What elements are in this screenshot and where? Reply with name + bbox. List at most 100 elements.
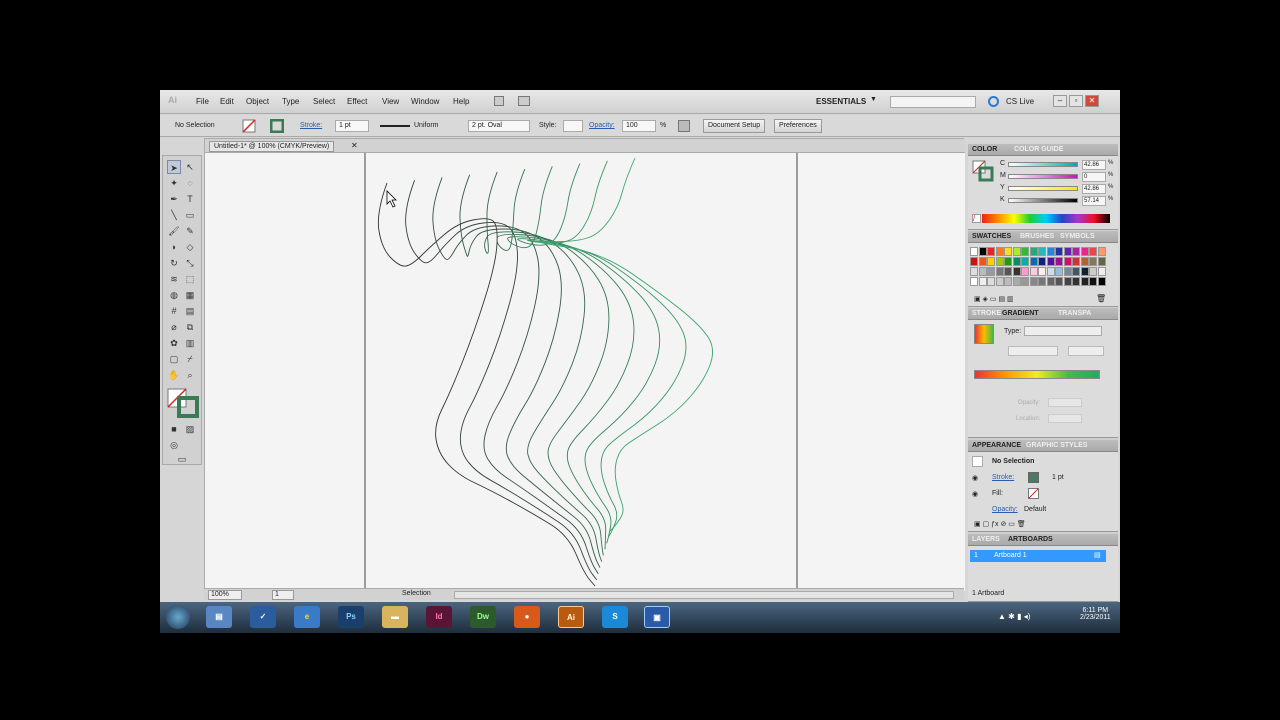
swatch[interactable] — [1021, 247, 1029, 256]
menu-effect[interactable]: Effect — [347, 97, 367, 106]
recolor-artwork-icon[interactable] — [678, 120, 690, 132]
direct-selection-tool-icon[interactable]: ↖ — [183, 160, 197, 174]
rectangle-tool-icon[interactable]: ▭ — [183, 208, 197, 222]
help-search-input[interactable] — [890, 96, 976, 108]
cmyk-slider-c[interactable] — [1008, 162, 1078, 167]
menu-file[interactable]: File — [196, 97, 209, 106]
swatch[interactable] — [1004, 247, 1012, 256]
cmyk-value-c[interactable]: 42.86 — [1082, 160, 1106, 170]
page-number-field[interactable]: 1 — [272, 590, 294, 600]
tab-color[interactable]: COLOR — [972, 146, 997, 153]
stroke-label[interactable]: Stroke: — [300, 122, 322, 129]
swatch[interactable] — [1089, 277, 1097, 286]
swatch[interactable] — [1038, 267, 1046, 276]
gradient-angle-field[interactable] — [1008, 346, 1058, 356]
swatch[interactable] — [1004, 257, 1012, 266]
swatch[interactable] — [1072, 257, 1080, 266]
artboard-tool-icon[interactable]: ▢ — [167, 352, 181, 366]
blend-tool-icon[interactable]: ⧉ — [183, 320, 197, 334]
gradient-opacity-field[interactable] — [1048, 398, 1082, 407]
swatch[interactable] — [995, 267, 1004, 276]
column-graph-tool-icon[interactable]: ▥ — [183, 336, 197, 350]
tab-stroke[interactable]: STROKE — [972, 310, 1001, 317]
artboard-row[interactable]: 1 Artboard 1 ▤ — [970, 550, 1106, 562]
explorer-icon[interactable]: ▤ — [206, 606, 232, 628]
appearance-stroke-label[interactable]: Stroke: — [992, 474, 1014, 481]
appearance-footer-icons[interactable]: ▣ ▢ ƒx ⊘ ▭ 🗑 — [974, 520, 1026, 528]
preferences-button[interactable]: Preferences — [774, 119, 822, 133]
perspective-grid-tool-icon[interactable]: ▦ — [183, 288, 197, 302]
tab-transparency[interactable]: TRANSPA — [1058, 310, 1091, 317]
pen-tool-icon[interactable]: ✒ — [167, 192, 181, 206]
menu-type[interactable]: Type — [282, 97, 299, 106]
gradient-type-select[interactable] — [1024, 326, 1102, 336]
swatch[interactable] — [995, 277, 1004, 286]
swatch[interactable] — [1029, 247, 1038, 256]
swatch[interactable] — [1046, 277, 1055, 286]
status-tool-label[interactable]: Selection — [402, 590, 431, 597]
cs-live-label[interactable]: CS Live — [1006, 97, 1034, 106]
menu-object[interactable]: Object — [246, 97, 269, 106]
opacity-field[interactable]: 100 — [622, 120, 656, 132]
swatch[interactable] — [1072, 277, 1080, 286]
eraser-tool-icon[interactable]: ◇ — [183, 240, 197, 254]
swatch[interactable] — [970, 257, 978, 266]
gradient-preview-swatch[interactable] — [974, 324, 994, 344]
draw-mode-icon[interactable]: ◎ — [167, 438, 181, 452]
swatch[interactable] — [1029, 257, 1038, 266]
lasso-tool-icon[interactable]: ◌ — [183, 176, 197, 190]
tab-graphic-styles[interactable]: GRAPHIC STYLES — [1026, 442, 1087, 449]
chevron-down-icon[interactable]: ▼ — [870, 96, 877, 103]
stroke-color-icon[interactable] — [270, 119, 284, 133]
color-mode-icon[interactable]: ■ — [167, 422, 181, 436]
swatch[interactable] — [1072, 247, 1080, 256]
artboard-options-icon[interactable]: ▤ — [1094, 551, 1101, 559]
gradient-tool-icon[interactable]: ▤ — [183, 304, 197, 318]
swatch[interactable] — [1080, 257, 1089, 266]
arrange-documents-icon[interactable] — [518, 96, 530, 106]
appearance-opacity-label[interactable]: Opacity: — [992, 506, 1018, 513]
swatch[interactable] — [1080, 277, 1089, 286]
workspace-switcher[interactable]: ESSENTIALS — [816, 97, 866, 106]
none-color-icon[interactable]: / — [972, 214, 981, 223]
brush-select[interactable]: 2 pt. Oval — [468, 120, 530, 132]
swatch[interactable] — [1089, 257, 1097, 266]
fill-none-icon[interactable] — [242, 119, 256, 133]
swatches-panel-header[interactable]: SWATCHES BRUSHES SYMBOLS — [968, 231, 1118, 243]
document-tab[interactable]: Untitled-1* @ 100% (CMYK/Preview) — [209, 141, 335, 152]
eye-icon[interactable]: ◉ — [972, 490, 978, 498]
swatch[interactable] — [987, 257, 995, 266]
color-fill-stroke-icon[interactable] — [972, 160, 994, 182]
appearance-stroke-swatch[interactable] — [1028, 472, 1039, 483]
start-button-icon[interactable] — [166, 605, 190, 629]
swatch[interactable] — [1046, 257, 1055, 266]
layers-panel-header[interactable]: LAYERS ARTBOARDS — [968, 534, 1118, 546]
appearance-panel-header[interactable]: APPEARANCE GRAPHIC STYLES — [968, 440, 1118, 452]
cs-live-icon[interactable] — [988, 96, 999, 107]
menu-help[interactable]: Help — [453, 97, 469, 106]
free-transform-tool-icon[interactable]: ⬚ — [183, 272, 197, 286]
swatch[interactable] — [1097, 277, 1106, 286]
swatch[interactable] — [978, 247, 987, 256]
swatch[interactable] — [995, 257, 1004, 266]
tab-artboards[interactable]: ARTBOARDS — [1008, 536, 1053, 543]
blob-brush-tool-icon[interactable]: ◗ — [167, 240, 181, 254]
mesh-tool-icon[interactable]: # — [167, 304, 181, 318]
maximize-button[interactable]: ▫ — [1069, 95, 1083, 107]
tab-color-guide[interactable]: COLOR GUIDE — [1014, 146, 1063, 153]
swatch[interactable] — [987, 277, 995, 286]
folder-icon[interactable]: ▬ — [382, 606, 408, 628]
swatch[interactable] — [987, 247, 995, 256]
gradient-mode-icon[interactable]: ▨ — [183, 422, 197, 436]
gradient-slider[interactable] — [974, 370, 1100, 379]
artboard-canvas[interactable] — [205, 153, 965, 591]
swatch[interactable] — [1038, 277, 1046, 286]
swatch[interactable] — [1097, 247, 1106, 256]
swatch[interactable] — [1012, 247, 1021, 256]
hand-tool-icon[interactable]: ✋ — [167, 368, 181, 382]
screen-capture-icon[interactable]: ▣ — [644, 606, 670, 628]
swatch[interactable] — [1029, 267, 1038, 276]
menu-edit[interactable]: Edit — [220, 97, 234, 106]
style-select[interactable] — [563, 120, 583, 132]
cmyk-value-y[interactable]: 42.86 — [1082, 184, 1106, 194]
